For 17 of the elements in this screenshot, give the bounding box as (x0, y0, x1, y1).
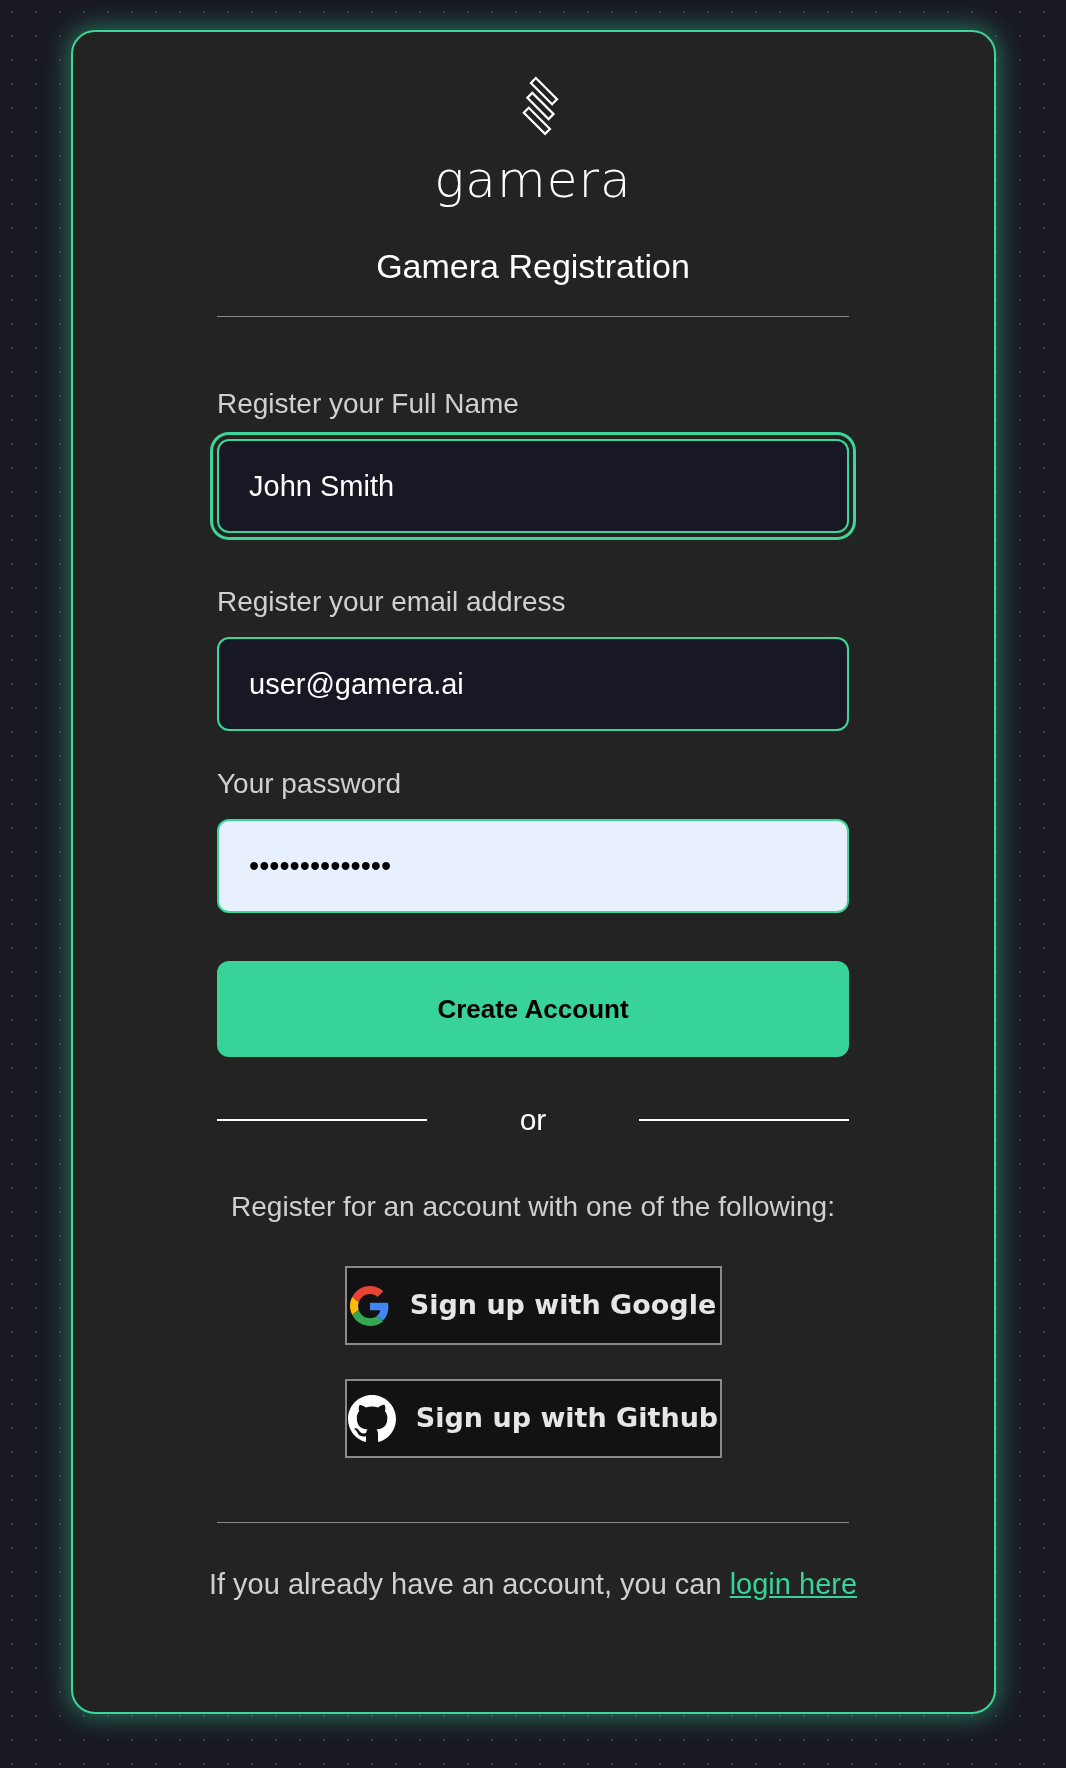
field-label: Your password (217, 767, 403, 801)
social-prompt: Register for an account with one of the following: (231, 1190, 835, 1224)
login-link[interactable]: login here (729, 1568, 858, 1600)
github-icon (347, 1394, 396, 1443)
github-signup-button[interactable]: Sign up with Github (344, 1379, 722, 1458)
google-signup-button[interactable]: Sign up with Google (344, 1266, 722, 1345)
google-icon (349, 1285, 390, 1326)
text-field[interactable]: •••••••••••••• (217, 819, 849, 913)
or-separator: or (519, 1102, 547, 1138)
field-label: Register your Full Name (217, 387, 520, 421)
text-field[interactable]: user@gamera.ai (217, 637, 849, 731)
field-label: Register your email address (217, 585, 567, 619)
text-field[interactable]: John Smith (217, 439, 849, 533)
logo-wordmark: gamera (434, 152, 632, 208)
create-account-button[interactable]: Create Account (217, 961, 849, 1057)
login-prompt: If you already have an account, you can login here (208, 1567, 858, 1602)
form-title: Gamera Registration (376, 246, 690, 286)
